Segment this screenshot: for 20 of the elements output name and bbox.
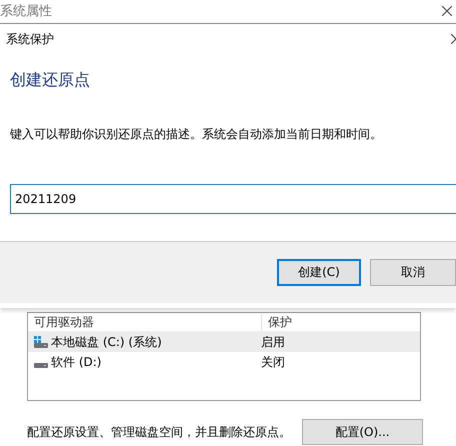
- drive-icon: [34, 363, 48, 368]
- column-header: 可用驱动器: [33, 314, 95, 330]
- window-title: 系统属性: [0, 3, 52, 20]
- description-field[interactable]: 20211209: [10, 184, 456, 214]
- configure-button[interactable]: 配置(O)...: [302, 419, 423, 445]
- description-text: 键入可以帮助你识别还原点的描述。系统会自动添加当前日期和时间。: [10, 126, 382, 142]
- dialog-title: 系统保护: [6, 30, 54, 48]
- create-button[interactable]: 创建(C): [277, 259, 361, 286]
- dialog-heading: 创建还原点: [10, 70, 90, 90]
- drive-icon: [34, 336, 48, 348]
- drive-row[interactable]: 软件 (D:) 关闭: [28, 352, 420, 372]
- cancel-button[interactable]: 取消: [370, 259, 456, 286]
- configure-text: 配置还原设置、管理磁盘空间，并且删除还原点。: [27, 424, 291, 440]
- protection-status: 启用: [261, 334, 285, 350]
- protection-status: 关闭: [261, 354, 285, 370]
- drive-name: 软件 (D:): [51, 354, 102, 370]
- column-header: 保护: [261, 314, 292, 330]
- drive-name: 本地磁盘 (C:) (系统): [51, 334, 162, 350]
- close-icon[interactable]: [442, 6, 452, 16]
- drive-row[interactable]: 本地磁盘 (C:) (系统) 启用: [28, 332, 420, 352]
